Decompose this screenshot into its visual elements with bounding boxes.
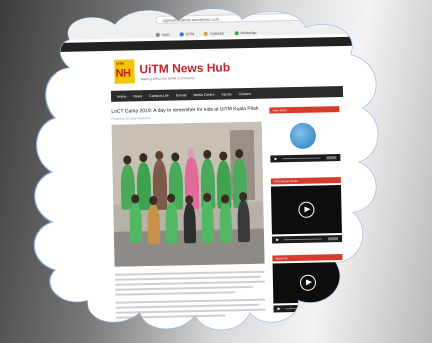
photo-head (155, 151, 163, 160)
audio-player[interactable] (270, 154, 340, 162)
photo-person (183, 203, 196, 243)
nav-item-contact[interactable]: Contact (239, 91, 251, 95)
play-button-icon[interactable] (298, 202, 314, 218)
globe-icon (290, 123, 317, 150)
uitm-icon (180, 32, 184, 36)
article-header: LoCT Camp 2019: A day to remember for ki… (111, 106, 261, 121)
sidebar-heading-watch: Watch Us (272, 254, 342, 261)
site-title[interactable]: UiTM News Hub (139, 60, 230, 76)
photo-head (221, 194, 229, 203)
logo-big-text: NH (115, 67, 131, 80)
photo-head (235, 149, 243, 158)
video-player[interactable] (271, 185, 342, 234)
photo-person (147, 204, 160, 244)
bookmark-calendar[interactable]: Calendar (204, 30, 224, 36)
photo-head (203, 150, 211, 159)
photo-person (237, 200, 250, 242)
bookmarks-bar: Apps UiTM Calendar WhatsApp (156, 30, 257, 38)
article-body (115, 271, 266, 322)
sidebar-heading-hello: Hello World (269, 106, 339, 113)
logo-small-text: UiTM (116, 61, 124, 66)
site-logo[interactable]: UiTM NH (114, 59, 134, 83)
photo-head (131, 194, 139, 203)
photo-head (123, 155, 131, 164)
article-meta: Posted on 2019 by NewsHub (111, 116, 151, 121)
calendar-icon (204, 32, 208, 36)
photo-head (185, 195, 193, 204)
photo-head (187, 148, 195, 157)
article-photo (112, 122, 265, 267)
nav-item-home[interactable]: Home (117, 94, 126, 98)
photo-head (167, 194, 175, 203)
photo-person (129, 202, 142, 242)
bookmark-whatsapp[interactable]: WhatsApp (234, 30, 256, 36)
photo-person (165, 201, 178, 243)
nav-item-campus-life[interactable]: Campus Life (149, 93, 169, 97)
photo-head (239, 192, 247, 201)
photo-head (149, 196, 157, 205)
volume-control[interactable] (328, 237, 338, 240)
bookmark-uitm[interactable]: UiTM (180, 31, 194, 37)
photo-head (203, 193, 211, 202)
sidebar-heading-media: UiTM Media Centre (271, 177, 341, 184)
volume-control[interactable] (326, 156, 336, 159)
play-icon[interactable] (274, 157, 277, 160)
photo-head (139, 153, 147, 162)
whatsapp-icon (234, 31, 238, 35)
nav-item-events[interactable]: Events (176, 93, 187, 97)
nav-item-sports[interactable]: Sports (221, 92, 231, 96)
video-controls[interactable] (272, 235, 342, 243)
sidebar-globe-box (269, 114, 340, 153)
main-nav: Home News Campus Life Events Media Centr… (111, 86, 343, 102)
play-icon[interactable] (276, 238, 279, 241)
apps-icon (156, 33, 160, 37)
photo-person (219, 202, 232, 242)
nav-item-media-centre[interactable]: Media Centre (193, 92, 214, 96)
nav-item-news[interactable]: News (133, 94, 142, 98)
photo-head (171, 152, 179, 161)
site-tagline: Making News for UiTM Community (140, 76, 195, 82)
photo-head (219, 151, 227, 160)
play-icon[interactable] (277, 307, 280, 310)
video-progress[interactable] (284, 238, 322, 240)
play-button-icon[interactable] (300, 275, 316, 291)
photo-person (201, 201, 214, 243)
bookmark-apps[interactable]: Apps (156, 32, 170, 38)
audio-progress[interactable] (282, 157, 320, 159)
